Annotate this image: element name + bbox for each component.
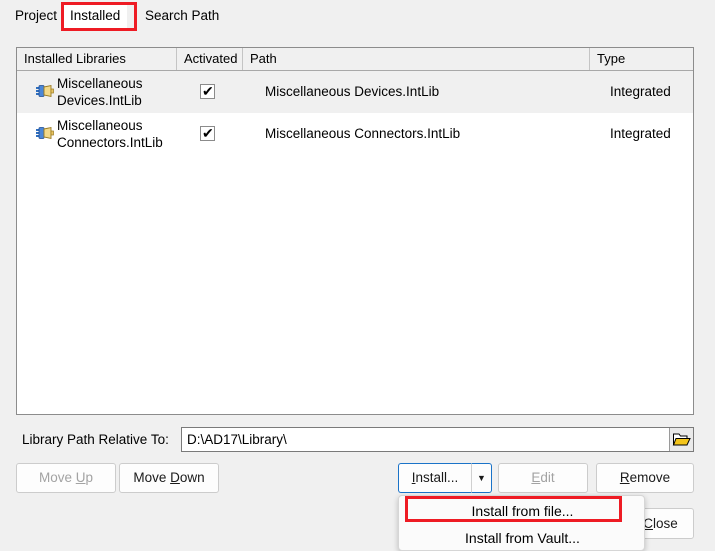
column-header-activated[interactable]: Activated bbox=[176, 48, 242, 70]
remove-button-label: Remove bbox=[619, 470, 671, 485]
library-name-line2: Devices.IntLib bbox=[57, 93, 142, 108]
tab-installed-label: Installed bbox=[70, 8, 121, 23]
menu-item-install-from-vault[interactable]: Install from Vault... bbox=[399, 526, 644, 550]
library-path-label: Library Path Relative To: bbox=[22, 432, 169, 447]
tab-strip: Project Installed Search Path bbox=[0, 0, 715, 33]
library-name-line2: Connectors.IntLib bbox=[57, 135, 163, 150]
move-up-button-label: Move Up bbox=[38, 470, 94, 485]
table-body: Miscellaneous Devices.IntLib ✔ Miscellan… bbox=[17, 71, 693, 155]
edit-button[interactable]: Edit bbox=[498, 463, 588, 493]
type-text: Integrated bbox=[610, 84, 671, 99]
install-dropdown-menu: Install from file... Install from Vault.… bbox=[398, 495, 645, 551]
connector-icon bbox=[36, 84, 54, 98]
browse-folder-button[interactable] bbox=[669, 428, 693, 451]
column-header-activated-label: Activated bbox=[184, 51, 238, 66]
column-header-type-label: Type bbox=[597, 51, 626, 66]
tab-search-path[interactable]: Search Path bbox=[138, 4, 226, 28]
move-down-button-label: Move Down bbox=[133, 470, 205, 485]
install-button-label: Install... bbox=[411, 470, 459, 485]
menu-item-install-from-file[interactable]: Install from file... bbox=[399, 499, 644, 523]
cell-type: Integrated bbox=[589, 113, 693, 155]
tab-installed[interactable]: Installed bbox=[63, 4, 128, 28]
activated-checkbox[interactable]: ✔ bbox=[200, 125, 215, 141]
column-header-path[interactable]: Path bbox=[242, 48, 589, 70]
column-header-type[interactable]: Type bbox=[589, 48, 693, 70]
tab-project-label: Project bbox=[15, 8, 58, 23]
library-name-text: Miscellaneous Devices.IntLib bbox=[57, 75, 172, 109]
column-header-installed-libraries[interactable]: Installed Libraries bbox=[17, 48, 176, 70]
path-text: Miscellaneous Devices.IntLib bbox=[265, 84, 440, 99]
installed-libraries-list-panel: Installed Libraries Activated Path Type bbox=[16, 47, 694, 415]
open-folder-icon bbox=[672, 433, 691, 446]
column-header-path-label: Path bbox=[250, 51, 277, 66]
library-path-input[interactable] bbox=[182, 428, 662, 451]
close-button-label: Close bbox=[643, 516, 678, 531]
cell-type: Integrated bbox=[589, 71, 693, 113]
cell-activated: ✔ bbox=[176, 71, 242, 113]
tab-project[interactable]: Project bbox=[8, 4, 64, 28]
column-header-installed-libraries-label: Installed Libraries bbox=[24, 51, 126, 66]
table-header-row: Installed Libraries Activated Path Type bbox=[17, 48, 693, 71]
library-name-text: Miscellaneous Connectors.IntLib bbox=[57, 117, 172, 151]
cell-library-name: Miscellaneous Connectors.IntLib bbox=[17, 113, 176, 155]
connector-icon bbox=[36, 126, 54, 140]
type-text: Integrated bbox=[610, 126, 671, 141]
move-up-button[interactable]: Move Up bbox=[16, 463, 116, 493]
move-down-button[interactable]: Move Down bbox=[119, 463, 219, 493]
checkmark-icon: ✔ bbox=[202, 83, 214, 99]
cell-path: Miscellaneous Connectors.IntLib bbox=[242, 113, 589, 155]
edit-button-label: Edit bbox=[531, 470, 555, 485]
library-name-line1: Miscellaneous bbox=[57, 118, 143, 133]
library-name-line1: Miscellaneous bbox=[57, 76, 143, 91]
remove-button[interactable]: Remove bbox=[596, 463, 694, 493]
install-dropdown-arrow-button[interactable]: ▼ bbox=[471, 463, 492, 493]
chevron-down-icon: ▼ bbox=[477, 473, 486, 483]
cell-path: Miscellaneous Devices.IntLib bbox=[242, 71, 589, 113]
cell-library-name: Miscellaneous Devices.IntLib bbox=[17, 71, 176, 113]
library-path-field-wrapper bbox=[181, 427, 694, 452]
table-row[interactable]: Miscellaneous Devices.IntLib ✔ Miscellan… bbox=[17, 71, 693, 113]
install-button[interactable]: Install... bbox=[398, 463, 471, 493]
cell-activated: ✔ bbox=[176, 113, 242, 155]
checkmark-icon: ✔ bbox=[202, 125, 214, 141]
table-row[interactable]: Miscellaneous Connectors.IntLib ✔ Miscel… bbox=[17, 113, 693, 155]
tab-search-path-label: Search Path bbox=[145, 8, 220, 23]
path-text: Miscellaneous Connectors.IntLib bbox=[265, 126, 461, 141]
activated-checkbox[interactable]: ✔ bbox=[200, 83, 215, 99]
